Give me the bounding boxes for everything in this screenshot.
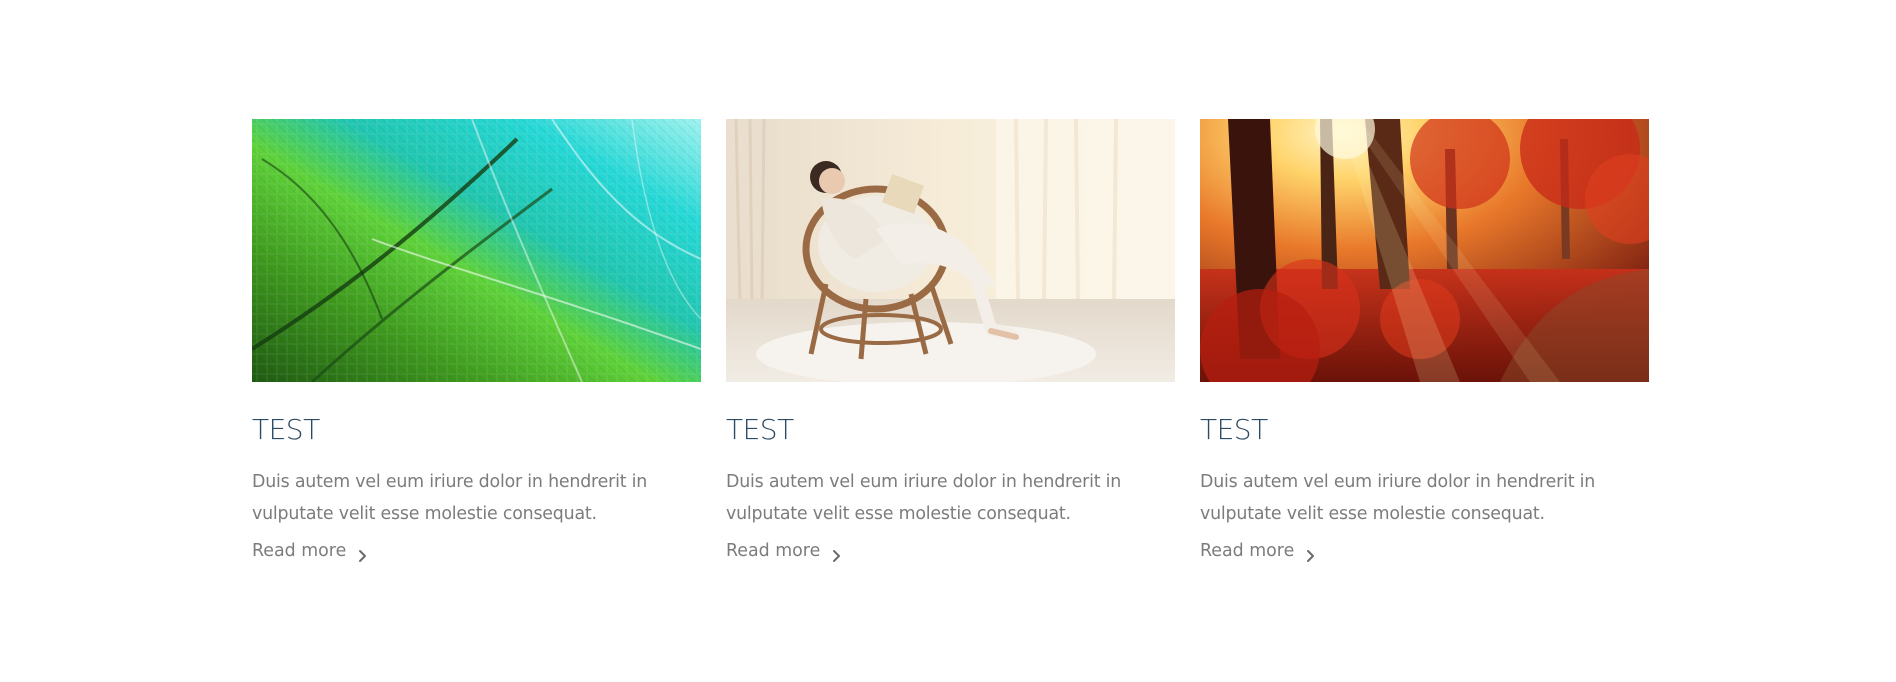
- leaf-veins-image[interactable]: [252, 119, 701, 382]
- read-more-label: Read more: [252, 541, 347, 561]
- card-description: Duis autem vel eum iriure dolor in hendr…: [252, 472, 648, 524]
- card-grid: TEST Duis autem vel eum iriure dolor in …: [252, 119, 1649, 565]
- autumn-forest-image[interactable]: [1200, 119, 1649, 382]
- card-description: Duis autem vel eum iriure dolor in hendr…: [726, 472, 1122, 524]
- card-1: TEST Duis autem vel eum iriure dolor in …: [252, 119, 701, 565]
- read-more-link[interactable]: Read more: [726, 537, 844, 565]
- card-title: TEST: [726, 413, 794, 446]
- woman-reading-image[interactable]: [726, 119, 1175, 382]
- read-more-link[interactable]: Read more: [252, 537, 370, 565]
- card-description: Duis autem vel eum iriure dolor in hendr…: [1200, 472, 1596, 524]
- chevron-right-icon: [356, 544, 370, 562]
- read-more-label: Read more: [726, 541, 821, 561]
- card-title: TEST: [1200, 413, 1268, 446]
- chevron-right-icon: [830, 544, 844, 562]
- chevron-right-icon: [1304, 544, 1318, 562]
- read-more-link[interactable]: Read more: [1200, 537, 1318, 565]
- card-2: TEST Duis autem vel eum iriure dolor in …: [726, 119, 1175, 565]
- read-more-label: Read more: [1200, 541, 1295, 561]
- card-title: TEST: [252, 413, 320, 446]
- card-3: TEST Duis autem vel eum iriure dolor in …: [1200, 119, 1649, 565]
